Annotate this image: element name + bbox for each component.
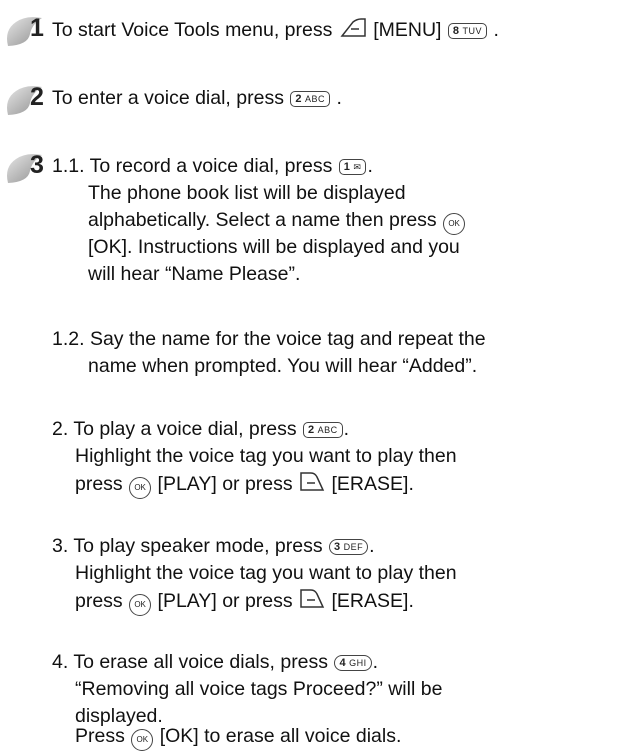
key-2-icon: 2 ABC bbox=[290, 91, 331, 107]
step-2-line: To enter a voice dial, press 2 ABC . bbox=[52, 87, 342, 109]
step-1-line: To start Voice Tools menu, press [MENU] … bbox=[52, 17, 499, 46]
step-3-line: alphabetically. Select a name then press… bbox=[88, 208, 466, 235]
step-3-line: Press OK [OK] to erase all voice dials. bbox=[75, 724, 401, 751]
key-1-icon: 1 ✉ bbox=[338, 159, 367, 175]
step-3-line: name when prompted. You will hear “Added… bbox=[88, 355, 478, 377]
ok-key-icon: OK bbox=[131, 729, 154, 751]
step-3-line: Highlight the voice tag you want to play… bbox=[75, 562, 457, 584]
key-2-icon: 2 ABC bbox=[303, 422, 343, 438]
step-3-line: 1.2. Say the name for the voice tag and … bbox=[52, 328, 486, 350]
step-3-line: will hear “Name Please”. bbox=[88, 263, 301, 285]
step-3-line: The phone book list will be displayed bbox=[88, 182, 406, 204]
step-number: 2 bbox=[30, 83, 44, 111]
step-3-line: 3. To play speaker mode, press 3 DEF. bbox=[52, 535, 375, 557]
step-3-line: Highlight the voice tag you want to play… bbox=[75, 445, 457, 467]
key-4-icon: 4 GHI bbox=[334, 655, 372, 671]
key-8-icon: 8 TUV bbox=[447, 23, 488, 39]
step-3-line: 1.1. To record a voice dial, press 1 ✉. bbox=[52, 155, 373, 177]
left-softkey-icon bbox=[339, 17, 367, 46]
ok-key-icon: OK bbox=[129, 477, 152, 499]
end-key-icon bbox=[299, 471, 325, 500]
step-3-line: 2. To play a voice dial, press 2 ABC. bbox=[52, 418, 350, 440]
step-3-line: press OK [PLAY] or press [ERASE]. bbox=[75, 471, 414, 500]
key-3-icon: 3 DEF bbox=[329, 539, 369, 555]
ok-key-icon: OK bbox=[129, 594, 152, 616]
step-3-line: 4. To erase all voice dials, press 4 GHI. bbox=[52, 651, 379, 673]
step-number: 1 bbox=[30, 14, 44, 42]
step-number: 3 bbox=[30, 151, 44, 179]
step-3-line: [OK]. Instructions will be displayed and… bbox=[88, 236, 460, 258]
ok-key-icon: OK bbox=[443, 213, 466, 235]
end-key-icon bbox=[299, 588, 325, 617]
step-3-line: “Removing all voice tags Proceed?” will … bbox=[75, 678, 443, 700]
step-3-line: press OK [PLAY] or press [ERASE]. bbox=[75, 588, 414, 617]
